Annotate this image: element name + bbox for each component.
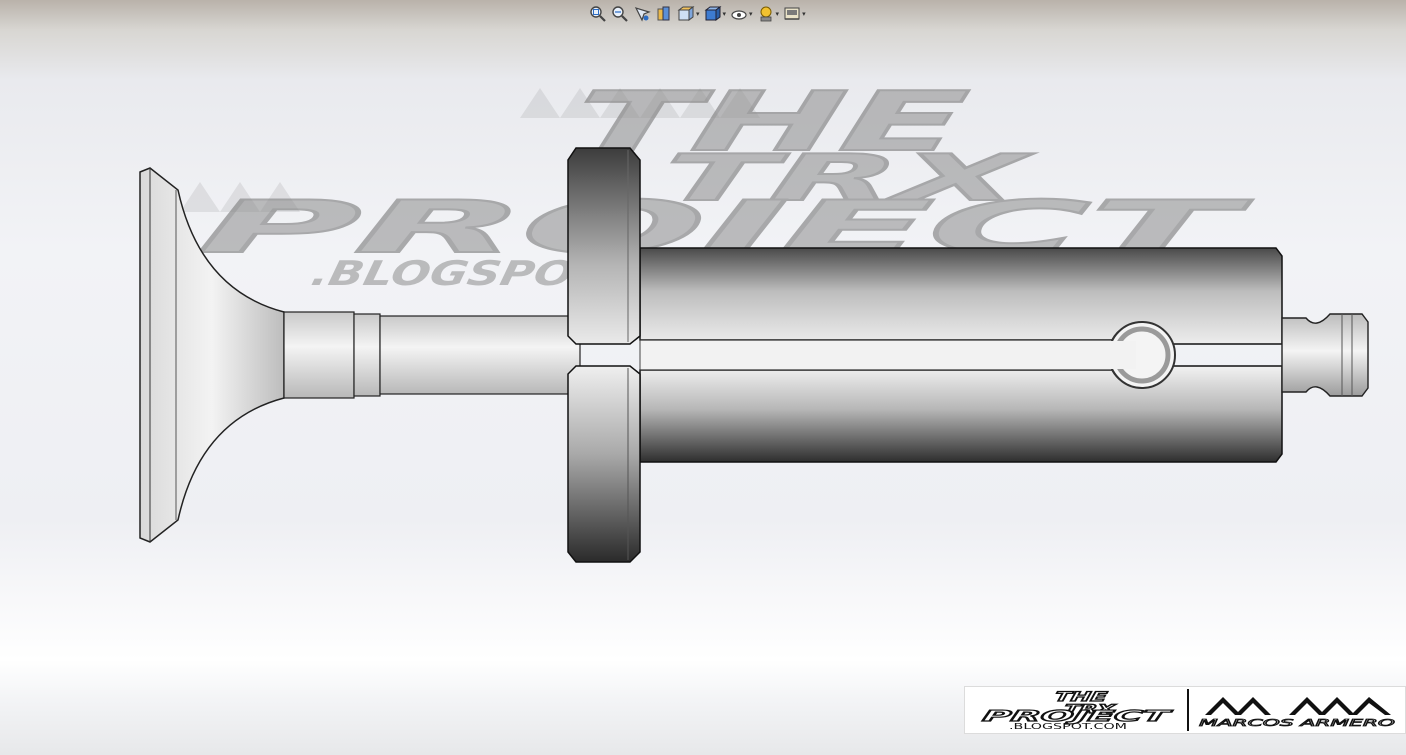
branding-logo: THE TRX PROJECT .BLOGSPOT.COM MM MARCOS …: [964, 686, 1406, 734]
trx-project-logo: THE TRX PROJECT .BLOGSPOT.COM: [980, 690, 1175, 731]
author-name: MARCOS ARMERO: [1199, 718, 1395, 729]
part-model[interactable]: [0, 0, 1406, 755]
marcos-armero-logo: MM MARCOS ARMERO: [1199, 697, 1396, 729]
valve-stem-collar: [283, 311, 355, 399]
logo-divider: [1187, 689, 1189, 731]
valve-head: [139, 167, 285, 543]
logo-line-4: .BLOGSPOT.COM: [1009, 722, 1127, 731]
valve-stem-groove: [353, 313, 381, 397]
graphics-area[interactable]: ▾ ▾ ▾ ▾ ▾ THE TRX PROJECT .BLOGSPOT.COM …: [0, 0, 1406, 755]
tool-flange-lower: [567, 365, 641, 563]
tool-body-upper: [639, 247, 1283, 345]
tool-slot: [639, 339, 1121, 371]
valve-stem: [379, 315, 581, 395]
tool-flange-upper: [567, 147, 641, 345]
tool-body-lower: [639, 365, 1283, 463]
valve-tip: [1281, 313, 1369, 397]
